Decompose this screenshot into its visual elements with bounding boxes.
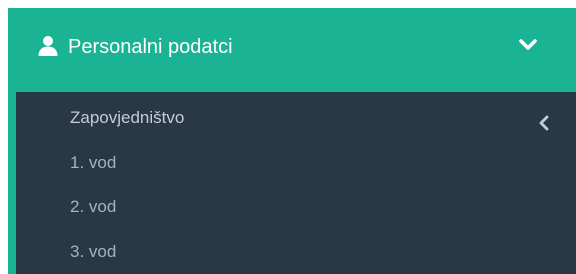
user-icon [38, 36, 58, 56]
submenu-item-zapovjednistvo[interactable]: Zapovjedništvo [70, 107, 184, 129]
personal-data-menu-header[interactable]: Personalni podatci [8, 8, 576, 92]
chevron-left-icon[interactable] [538, 115, 550, 131]
personal-data-menu: Personalni podatci Zapovjedništvo 1. vod… [8, 8, 576, 274]
submenu-item-2-vod[interactable]: 2. vod [70, 196, 116, 218]
chevron-down-icon[interactable] [519, 38, 537, 52]
submenu: Zapovjedništvo 1. vod 2. vod 3. vod [8, 92, 576, 274]
submenu-item-1-vod[interactable]: 1. vod [70, 152, 116, 174]
menu-title: Personalni podatci [68, 36, 233, 58]
submenu-item-3-vod[interactable]: 3. vod [70, 241, 116, 263]
